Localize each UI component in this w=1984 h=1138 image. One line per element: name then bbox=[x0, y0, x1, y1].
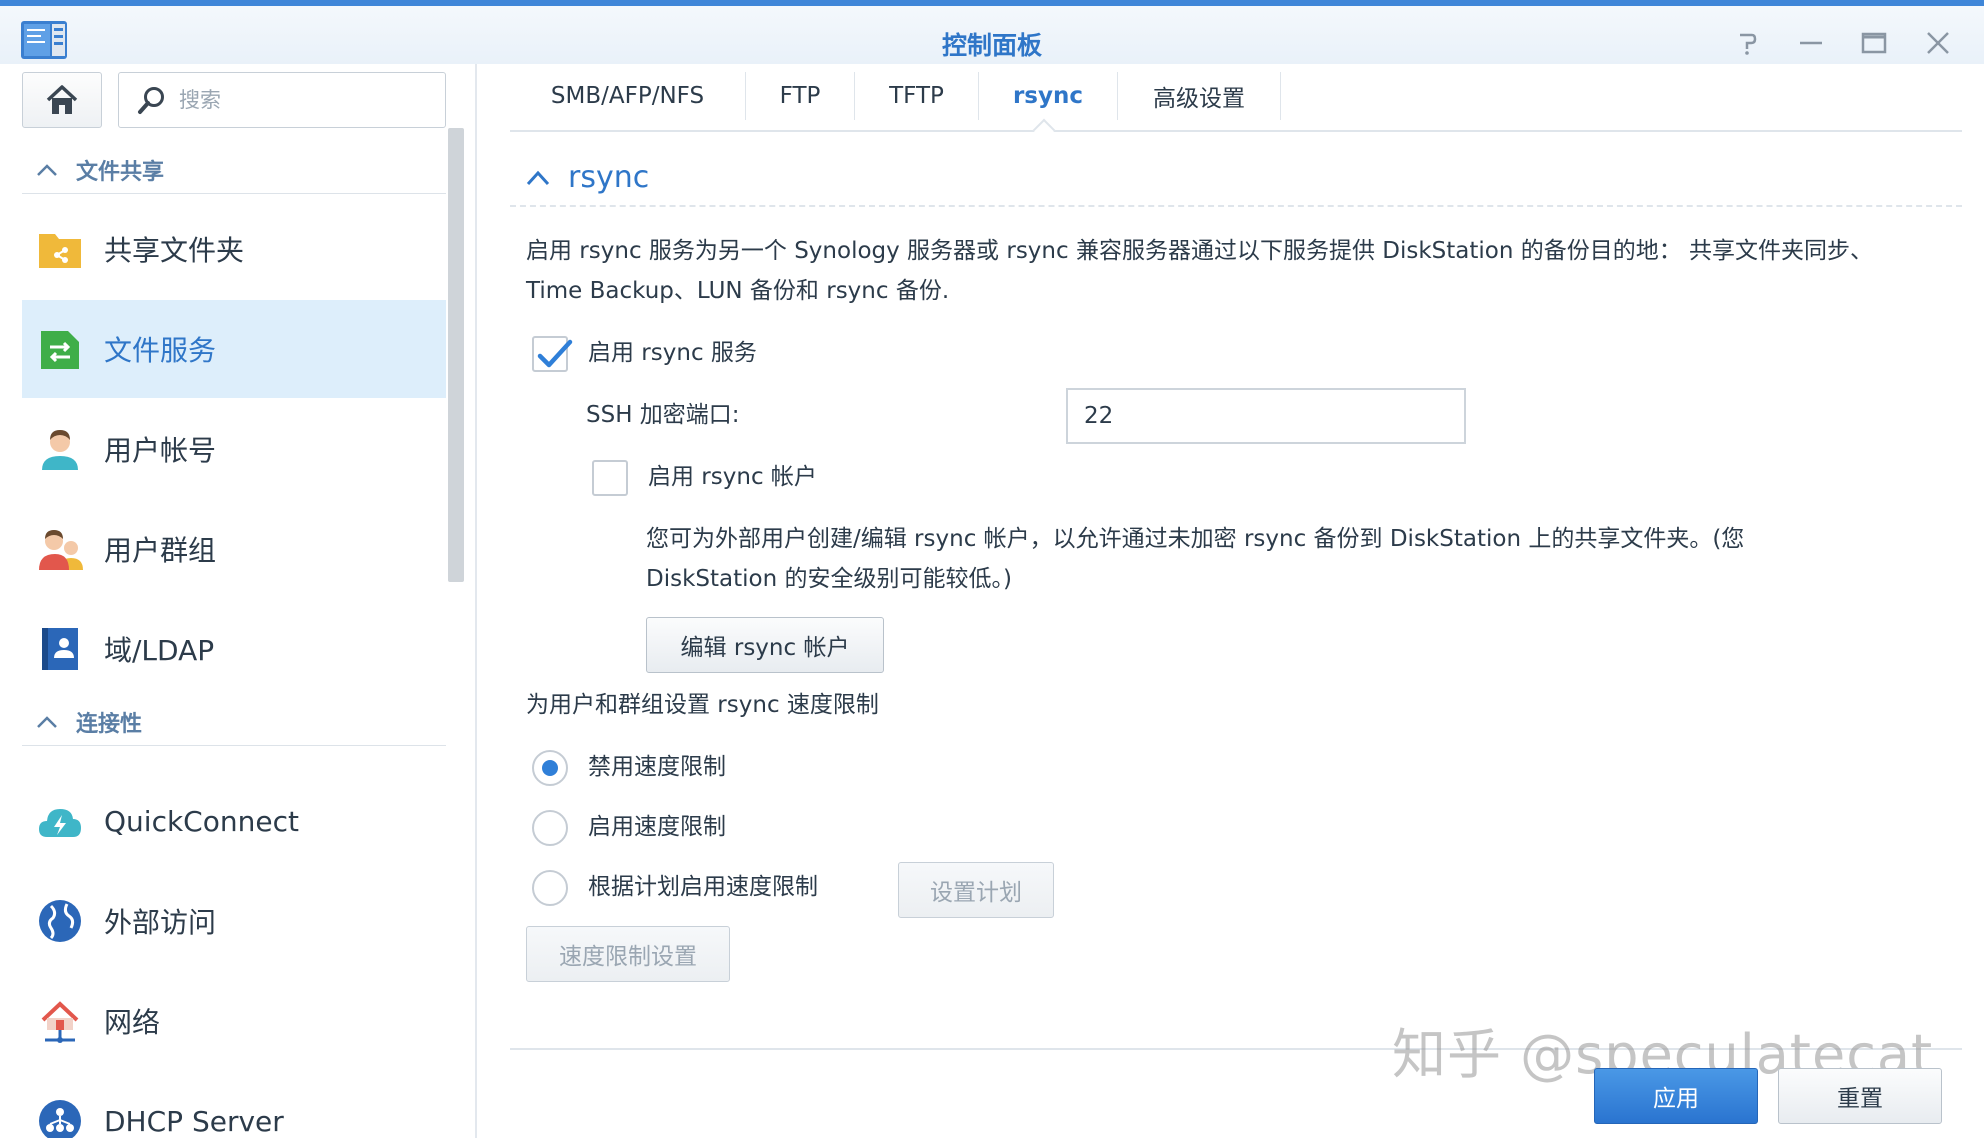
checkmark-icon bbox=[537, 339, 573, 368]
scheduled-speed-limit-radio[interactable] bbox=[532, 870, 568, 906]
speed-limit-heading: 为用户和群组设置 rsync 速度限制 bbox=[526, 692, 879, 718]
sidebar-item-label: 用户帐号 bbox=[104, 434, 217, 467]
chevron-up-icon bbox=[37, 163, 57, 176]
file-services-icon bbox=[36, 325, 84, 373]
network-icon bbox=[36, 997, 84, 1045]
sidebar-item-label: 文件服务 bbox=[104, 334, 217, 367]
tab-smb-afp-nfs[interactable]: SMB/AFP/NFS bbox=[510, 72, 745, 120]
sidebar-item-shared-folder[interactable]: 共享文件夹 bbox=[22, 200, 446, 298]
tab-rsync[interactable]: rsync bbox=[979, 72, 1117, 120]
sidebar-item-external-access[interactable]: 外部访问 bbox=[22, 872, 446, 970]
sidebar-item-label: QuickConnect bbox=[104, 804, 299, 838]
set-schedule-button[interactable]: 设置计划 bbox=[898, 862, 1054, 918]
enable-speed-limit-radio[interactable] bbox=[532, 810, 568, 846]
sidebar-item-label: 共享文件夹 bbox=[104, 234, 245, 267]
reset-button[interactable]: 重置 bbox=[1778, 1068, 1942, 1124]
rsync-account-note-line1: 您可为外部用户创建/编辑 rsync 帐户，以允许通过未加密 rsync 备份到… bbox=[646, 526, 1745, 552]
sidebar-divider bbox=[475, 64, 477, 1138]
window-title: 控制面板 bbox=[941, 31, 1042, 60]
ssh-port-input[interactable] bbox=[1066, 388, 1466, 444]
ssh-port-label: SSH 加密端口: bbox=[586, 402, 740, 428]
sidebar-item-file-services[interactable]: 文件服务 bbox=[22, 300, 446, 398]
search-input[interactable] bbox=[179, 85, 429, 115]
sidebar-scrollbar[interactable] bbox=[448, 128, 464, 582]
section-divider bbox=[510, 205, 1962, 207]
user-icon bbox=[36, 425, 84, 473]
sidebar-item-quickconnect[interactable]: QuickConnect bbox=[22, 772, 446, 870]
search-box[interactable] bbox=[118, 72, 446, 128]
search-icon bbox=[138, 87, 164, 114]
sidebar-item-dhcp-server[interactable]: DHCP Server bbox=[22, 1072, 446, 1138]
disable-speed-limit-radio[interactable] bbox=[532, 750, 568, 786]
tab-advanced-settings[interactable]: 高级设置 bbox=[1118, 72, 1280, 120]
group-icon bbox=[36, 525, 84, 573]
globe-icon bbox=[36, 897, 84, 945]
tab-tftp[interactable]: TFTP bbox=[855, 72, 978, 120]
sidebar-item-label: 用户群组 bbox=[104, 534, 217, 567]
sidebar-item-label: DHCP Server bbox=[104, 1104, 284, 1138]
section-header-file-sharing[interactable]: 文件共享 bbox=[22, 146, 446, 194]
chevron-up-icon bbox=[526, 170, 550, 185]
domain-ldap-icon bbox=[36, 625, 84, 673]
maximize-icon[interactable] bbox=[1857, 26, 1891, 60]
enable-rsync-account-label: 启用 rsync 帐户 bbox=[648, 464, 817, 490]
enable-rsync-service-label: 启用 rsync 服务 bbox=[588, 340, 757, 366]
title-bar: 控制面板 bbox=[0, 6, 1984, 64]
sidebar-item-label: 外部访问 bbox=[104, 906, 217, 939]
speed-limit-settings-button[interactable]: 速度限制设置 bbox=[526, 926, 730, 982]
sidebar-item-group[interactable]: 用户群组 bbox=[22, 500, 446, 598]
minimize-icon[interactable] bbox=[1794, 26, 1828, 60]
scheduled-speed-limit-label: 根据计划启用速度限制 bbox=[588, 874, 818, 900]
sidebar-item-user[interactable]: 用户帐号 bbox=[22, 400, 446, 498]
dhcp-icon bbox=[36, 1097, 84, 1138]
home-icon bbox=[46, 85, 78, 114]
help-icon[interactable] bbox=[1730, 26, 1764, 60]
disable-speed-limit-label: 禁用速度限制 bbox=[588, 754, 726, 780]
section-header-connectivity[interactable]: 连接性 bbox=[22, 698, 446, 746]
rsync-description-line1: 启用 rsync 服务为另一个 Synology 服务器或 rsync 兼容服务… bbox=[526, 238, 1874, 264]
rsync-section-header[interactable]: rsync bbox=[526, 160, 649, 195]
sidebar-item-label: 域/LDAP bbox=[104, 634, 215, 667]
tab-bar: SMB/AFP/NFS FTP TFTP rsync 高级设置 bbox=[510, 72, 1962, 132]
rsync-section-title: rsync bbox=[568, 160, 650, 195]
sidebar: 文件共享 共享文件夹 文件服务 用户帐号 用户群组 域/LDAP 连接性 bbox=[0, 64, 475, 1138]
tab-ftp[interactable]: FTP bbox=[746, 72, 854, 120]
quickconnect-icon bbox=[36, 797, 84, 845]
enable-rsync-account-checkbox[interactable] bbox=[592, 460, 628, 496]
home-button[interactable] bbox=[22, 72, 102, 128]
enable-rsync-service-checkbox[interactable] bbox=[532, 336, 573, 372]
shared-folder-icon bbox=[36, 225, 84, 273]
tab-separator bbox=[1280, 72, 1281, 120]
sidebar-item-label: 网络 bbox=[104, 1006, 161, 1039]
sidebar-item-domain-ldap[interactable]: 域/LDAP bbox=[22, 600, 446, 698]
enable-speed-limit-label: 启用速度限制 bbox=[588, 814, 726, 840]
rsync-description-line2: Time Backup、LUN 备份和 rsync 备份. bbox=[526, 278, 950, 304]
apply-button[interactable]: 应用 bbox=[1594, 1068, 1758, 1124]
chevron-up-icon bbox=[37, 715, 57, 728]
edit-rsync-account-button[interactable]: 编辑 rsync 帐户 bbox=[646, 617, 884, 673]
sidebar-item-network[interactable]: 网络 bbox=[22, 972, 446, 1070]
rsync-account-note-line2: DiskStation 的安全级别可能较低。) bbox=[646, 566, 1012, 592]
close-icon[interactable] bbox=[1921, 26, 1955, 60]
